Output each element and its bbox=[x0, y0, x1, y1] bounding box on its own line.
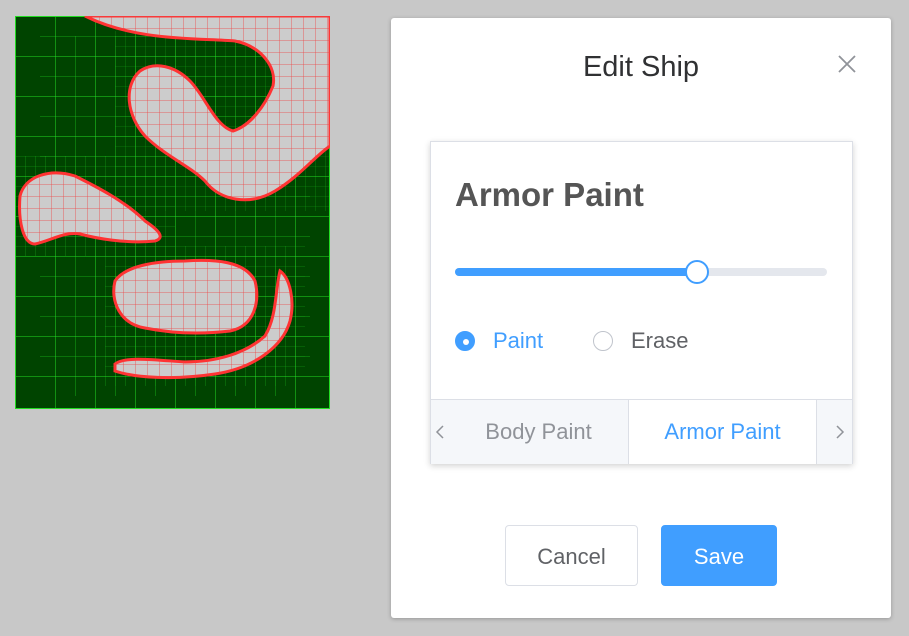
paint-tabs: Body Paint Armor Paint bbox=[431, 399, 852, 464]
paint-radio-label: Paint bbox=[493, 328, 544, 353]
tab-scroll-right-button[interactable] bbox=[827, 400, 852, 464]
dialog-title: Edit Ship bbox=[582, 51, 700, 83]
panel-title: Armor Paint bbox=[455, 176, 644, 213]
edit-ship-dialog: Edit Ship Armor Paint Paint Erase Body P… bbox=[391, 18, 891, 618]
radio-selected-icon bbox=[455, 331, 475, 351]
radio-unselected-icon bbox=[593, 331, 613, 351]
tab-body-paint[interactable]: Body Paint bbox=[449, 400, 629, 464]
brush-slider[interactable] bbox=[455, 260, 827, 284]
paint-radio[interactable]: Paint bbox=[455, 328, 543, 354]
tab-armor-paint[interactable]: Armor Paint bbox=[629, 400, 817, 464]
tab-scroll-left-button[interactable] bbox=[431, 400, 449, 464]
armor-paint-panel: Armor Paint Paint Erase Body Paint Armor… bbox=[430, 141, 853, 464]
erase-radio-label: Erase bbox=[631, 328, 689, 353]
chevron-left-icon bbox=[435, 425, 444, 439]
ship-canvas[interactable] bbox=[15, 16, 330, 409]
close-icon[interactable] bbox=[835, 52, 859, 76]
cancel-button[interactable]: Cancel bbox=[505, 525, 638, 586]
erase-radio[interactable]: Erase bbox=[593, 328, 688, 354]
slider-handle[interactable] bbox=[684, 260, 709, 284]
save-button[interactable]: Save bbox=[661, 525, 777, 586]
chevron-right-icon bbox=[835, 425, 844, 439]
slider-fill bbox=[455, 268, 697, 276]
